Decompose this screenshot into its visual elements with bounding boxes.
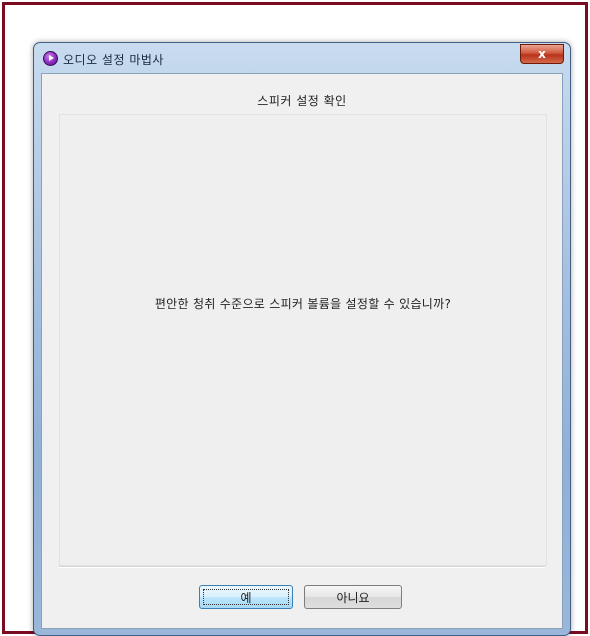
yes-button[interactable]: 예 — [199, 585, 293, 609]
step-title: 스피커 설정 확인 — [257, 94, 347, 108]
close-button[interactable]: x — [520, 44, 564, 64]
no-button[interactable]: 아니요 — [304, 585, 402, 609]
button-separator — [59, 566, 545, 568]
title-bar[interactable]: 오디오 설정 마법사 x — [34, 43, 570, 73]
close-icon: x — [538, 47, 546, 61]
no-button-label: 아니요 — [336, 591, 370, 605]
window-title: 오디오 설정 마법사 — [63, 53, 164, 67]
dialog-client-area: 스피커 설정 확인 편안한 청취 수준으로 스피커 볼륨을 설정할 수 있습니까… — [41, 73, 563, 629]
content-panel: 편안한 청취 수준으로 스피커 볼륨을 설정할 수 있습니까? — [59, 114, 547, 566]
audio-wizard-icon — [43, 51, 58, 66]
confirmation-question: 편안한 청취 수준으로 스피커 볼륨을 설정할 수 있습니까? — [154, 297, 452, 311]
audio-wizard-window: 오디오 설정 마법사 x 스피커 설정 확인 편안한 청취 수준으로 스피커 볼… — [33, 42, 571, 636]
focus-ring — [203, 589, 289, 605]
screenshot-frame: 오디오 설정 마법사 x 스피커 설정 확인 편안한 청취 수준으로 스피커 볼… — [2, 2, 588, 636]
